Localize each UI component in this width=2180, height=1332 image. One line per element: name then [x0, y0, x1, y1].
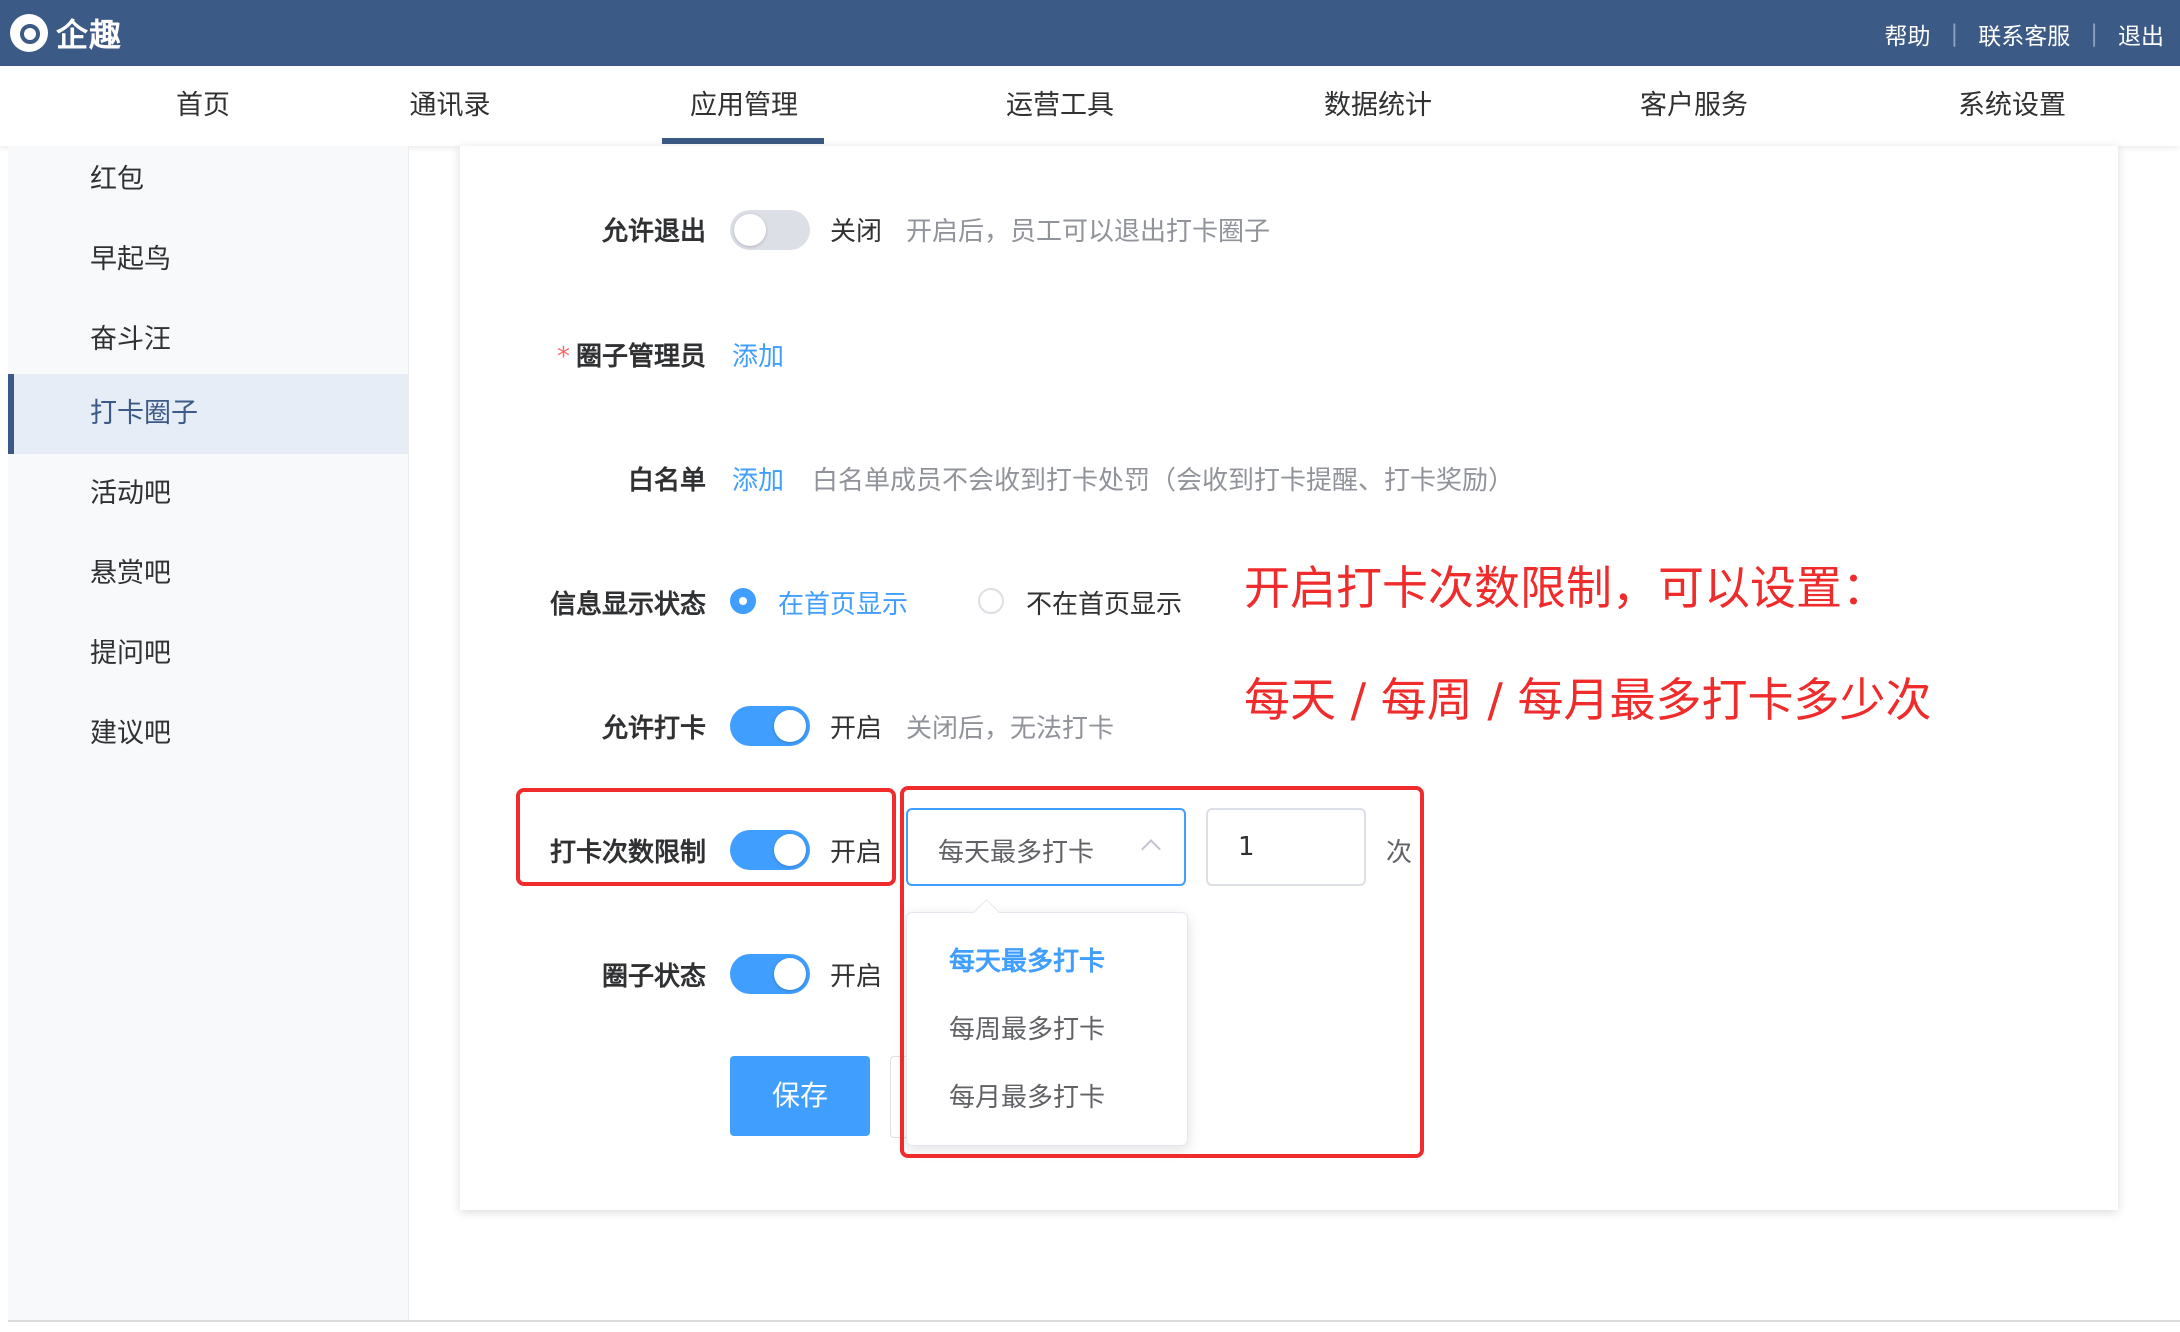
circle-status-label: 圈子状态: [601, 962, 706, 992]
sidebar-item-fendou[interactable]: 奋斗汪: [8, 300, 408, 380]
save-button[interactable]: 保存: [730, 1056, 870, 1136]
logo-text: 企趣: [56, 16, 123, 54]
toggle-knob: [774, 710, 806, 742]
hide-on-home-radio[interactable]: [978, 588, 1004, 614]
allow-exit-state: 关闭: [830, 217, 883, 247]
annotation-text-line2: 每天 / 每周 / 每月最多打卡多少次: [1244, 673, 1932, 727]
sidebar-item-early-bird[interactable]: 早起鸟: [8, 220, 408, 300]
whitelist-label: 白名单: [627, 466, 706, 496]
hide-on-home-label[interactable]: 不在首页显示: [1026, 584, 1182, 621]
add-whitelist-link[interactable]: 添加: [732, 460, 784, 497]
allow-checkin-label: 允许打卡: [601, 714, 706, 744]
allow-exit-toggle[interactable]: [730, 210, 810, 250]
show-on-home-radio[interactable]: [730, 588, 756, 614]
help-link[interactable]: 帮助: [1885, 17, 1931, 51]
logout-link[interactable]: 退出: [2118, 17, 2164, 51]
sidebar-item-questions[interactable]: 提问吧: [8, 614, 408, 694]
add-admin-link[interactable]: 添加: [732, 336, 784, 373]
header-links: 帮助 | 联系客服 | 退出: [1885, 17, 2165, 51]
app-logo[interactable]: 企趣: [10, 13, 123, 54]
annotation-box-toggle: [516, 788, 896, 886]
toggle-knob: [774, 958, 806, 990]
allow-exit-hint: 开启后，员工可以退出打卡圈子: [906, 217, 1271, 247]
nav-contacts[interactable]: 通讯录: [410, 66, 491, 146]
required-mark: *: [556, 342, 570, 372]
sidebar-item-bounty[interactable]: 悬赏吧: [8, 534, 408, 614]
sidebar-item-hongbao[interactable]: 红包: [8, 140, 408, 220]
circle-admin-label: * 圈子管理员: [456, 336, 706, 373]
allow-checkin-state: 开启: [830, 714, 883, 744]
sidebar: 红包 早起鸟 奋斗汪 打卡圈子 活动吧 悬赏吧 提问吧 建议吧: [8, 146, 409, 1322]
divider: |: [1950, 21, 1959, 47]
annotation-text-line1: 开启打卡次数限制，可以设置：: [1244, 561, 1888, 615]
bottom-border: [8, 1320, 2180, 1322]
circle-status-state: 开启: [830, 962, 883, 992]
nav-app-management[interactable]: 应用管理: [690, 66, 798, 146]
top-header: 企趣 帮助 | 联系客服 | 退出: [0, 0, 2180, 66]
logo-icon: [10, 14, 48, 52]
toggle-knob: [734, 214, 766, 246]
divider: |: [2090, 21, 2098, 47]
nav-home[interactable]: 首页: [176, 66, 230, 146]
allow-checkin-hint: 关闭后，无法打卡: [906, 714, 1115, 744]
contact-support-link[interactable]: 联系客服: [1978, 17, 2070, 51]
sidebar-item-checkin-circle[interactable]: 打卡圈子: [8, 374, 408, 454]
show-on-home-label[interactable]: 在首页显示: [778, 584, 908, 621]
nav-system-settings[interactable]: 系统设置: [1958, 66, 2066, 146]
nav-active-indicator: [662, 138, 824, 144]
nav-operation-tools[interactable]: 运营工具: [1006, 66, 1114, 146]
main-nav: 首页 通讯录 应用管理 运营工具 数据统计 客户服务 系统设置: [0, 66, 2180, 146]
nav-customer-service[interactable]: 客户服务: [1640, 66, 1748, 146]
nav-statistics[interactable]: 数据统计: [1324, 66, 1432, 146]
sidebar-item-activity[interactable]: 活动吧: [8, 454, 408, 534]
allow-checkin-toggle[interactable]: [730, 706, 810, 746]
allow-exit-label: 允许退出: [601, 217, 706, 247]
circle-status-toggle[interactable]: [730, 954, 810, 994]
display-status-label: 信息显示状态: [549, 590, 706, 620]
annotation-box-options: [900, 786, 1424, 1158]
sidebar-item-suggestions[interactable]: 建议吧: [8, 694, 408, 774]
circle-admin-label-text: 圈子管理员: [575, 342, 706, 372]
whitelist-hint: 白名单成员不会收到打卡处罚（会收到打卡提醒、打卡奖励）: [812, 466, 1515, 496]
